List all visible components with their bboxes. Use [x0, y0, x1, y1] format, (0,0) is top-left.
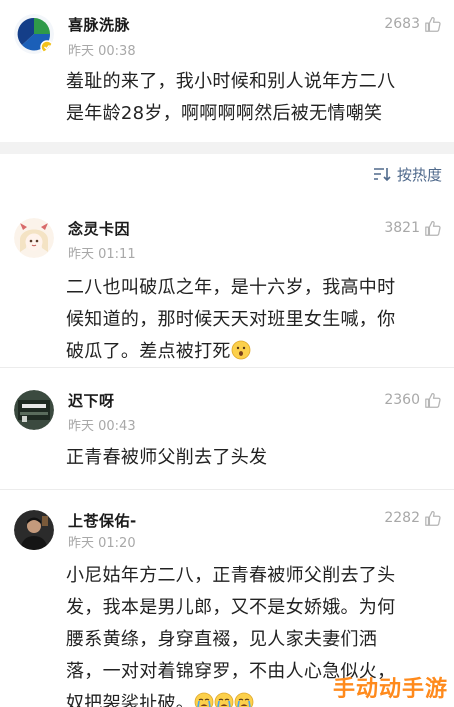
username[interactable]: 迟下呀 — [68, 390, 115, 411]
crying-face-emoji — [194, 692, 214, 707]
avatar[interactable] — [14, 510, 54, 550]
pie-chart-avatar-icon — [14, 14, 54, 54]
comment-card: 念灵卡因 昨天 01:11 3821 二八也叫破瓜之年，是十六岁，我高中时 候知… — [0, 196, 454, 368]
section-divider — [0, 142, 454, 154]
like-button[interactable]: 2282 — [384, 509, 442, 527]
watermark-logo: 手动动手游 — [332, 677, 448, 702]
avatar[interactable] — [14, 390, 54, 430]
like-count: 2683 — [384, 16, 420, 32]
username[interactable]: 喜脉洗脉 — [68, 14, 130, 35]
avatar[interactable] — [14, 218, 54, 258]
comment-line: 发，我本是男儿郎，又不是女娇娥。为何 — [66, 597, 396, 618]
sort-label: 按热度 — [396, 165, 442, 184]
like-count: 3821 — [384, 220, 420, 236]
anime-girl-avatar-icon — [14, 218, 54, 258]
timestamp: 昨天 01:20 — [68, 536, 136, 551]
comment-line: 小尼姑年方二八，正青春被师父削去了头 — [66, 565, 396, 586]
comment-text: 正青春被师父削去了头发 — [66, 442, 442, 474]
comment-line: 正青春被师父削去了头发 — [66, 447, 268, 468]
thumbs-up-icon — [425, 220, 441, 236]
avatar[interactable] — [14, 14, 54, 54]
username[interactable]: 上苍保佑- — [68, 510, 137, 531]
thumbs-up-icon — [425, 392, 441, 408]
photo-avatar-icon — [14, 390, 54, 430]
sort-icon — [373, 168, 391, 182]
like-button[interactable]: 2360 — [384, 391, 442, 409]
crying-face-emoji — [234, 692, 254, 707]
comment-line: 是年龄28岁，啊啊啊啊然后被无情嘲笑 — [66, 103, 383, 124]
username[interactable]: 念灵卡因 — [68, 218, 130, 239]
thumbs-up-icon — [425, 510, 441, 526]
comment-line-text: 破瓜了。差点被打死 — [66, 341, 231, 362]
comment-line: 羞耻的来了，我小时候和别人说年方二八 — [66, 71, 396, 92]
like-button[interactable]: 3821 — [384, 219, 442, 237]
like-count: 2360 — [384, 392, 420, 408]
surprised-face-emoji — [231, 340, 251, 360]
comment-card: 迟下呀 昨天 00:43 2360 正青春被师父削去了头发 — [0, 368, 454, 490]
comment-line-text: 奴把袈裟扯破。 — [66, 693, 195, 707]
like-count: 2282 — [384, 510, 420, 526]
sort-by-hot-button[interactable]: 按热度 — [371, 160, 442, 188]
person-avatar-icon — [14, 510, 54, 550]
timestamp: 昨天 00:38 — [68, 44, 136, 59]
timestamp: 昨天 01:11 — [68, 247, 136, 262]
comment-text: 二八也叫破瓜之年，是十六岁，我高中时 候知道的，那时候天天对班里女生喊，你 破瓜… — [66, 272, 442, 368]
crying-face-emoji — [214, 692, 234, 707]
comment-line: 候知道的，那时候天天对班里女生喊，你 — [66, 309, 396, 330]
comment-line: 破瓜了。差点被打死 — [66, 336, 442, 368]
timestamp: 昨天 00:43 — [68, 419, 136, 434]
like-button[interactable]: 2683 — [384, 15, 442, 33]
comment-text: 羞耻的来了，我小时候和别人说年方二八 是年龄28岁，啊啊啊啊然后被无情嘲笑 — [66, 66, 442, 130]
thumbs-up-icon — [425, 16, 441, 32]
comment-line: 二八也叫破瓜之年，是十六岁，我高中时 — [66, 277, 396, 298]
comment-card: 喜脉洗脉 昨天 00:38 2683 羞耻的来了，我小时候和别人说年方二八 是年… — [0, 0, 454, 142]
comment-line: 腰系黄绦，身穿直裰，见人家夫妻们洒 — [66, 629, 378, 650]
